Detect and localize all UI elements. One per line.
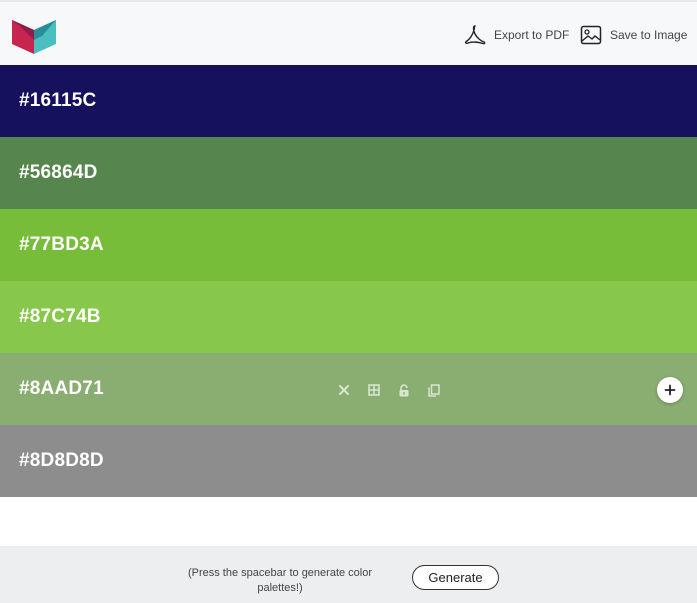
grid-icon[interactable]: [366, 382, 382, 398]
color-swatch[interactable]: #77BD3A: [0, 209, 697, 281]
swatch-hex-label[interactable]: #8D8D8D: [19, 425, 104, 497]
color-swatch-hovered[interactable]: #8AAD71: [0, 353, 697, 425]
swatch-toolbar: [336, 382, 442, 398]
export-pdf-button[interactable]: Export to PDF: [464, 24, 569, 46]
swatch-hex-label[interactable]: #56864D: [19, 137, 98, 209]
color-swatch[interactable]: #56864D: [0, 137, 697, 209]
save-image-label: Save to Image: [610, 28, 688, 42]
add-color-button[interactable]: [657, 377, 683, 403]
swatch-hex-label[interactable]: #77BD3A: [19, 209, 104, 281]
spacebar-hint: (Press the spacebar to generate color pa…: [187, 567, 373, 594]
color-palette: #16115C #56864D #77BD3A #87C74B #8AAD71: [0, 65, 697, 497]
lock-open-icon[interactable]: [396, 382, 412, 398]
plus-icon: [664, 384, 676, 396]
swatch-hex-label[interactable]: #87C74B: [19, 281, 101, 353]
color-swatch[interactable]: #8D8D8D: [0, 425, 697, 497]
footer-bar: (Press the spacebar to generate color pa…: [0, 546, 697, 603]
copy-icon[interactable]: [426, 382, 442, 398]
swatch-hex-label[interactable]: #8AAD71: [19, 353, 104, 425]
color-swatch[interactable]: #16115C: [0, 65, 697, 137]
generate-button[interactable]: Generate: [412, 565, 499, 590]
save-image-button[interactable]: Save to Image: [580, 24, 687, 46]
export-pdf-label: Export to PDF: [494, 28, 570, 42]
swatch-hex-label[interactable]: #16115C: [19, 65, 96, 137]
top-bar: Export to PDF Save to Image: [0, 0, 697, 65]
pdf-icon: [464, 25, 486, 45]
image-icon: [580, 25, 602, 45]
cube-logo-icon[interactable]: [12, 14, 56, 54]
color-swatch[interactable]: #87C74B: [0, 281, 697, 353]
close-icon[interactable]: [336, 382, 352, 398]
